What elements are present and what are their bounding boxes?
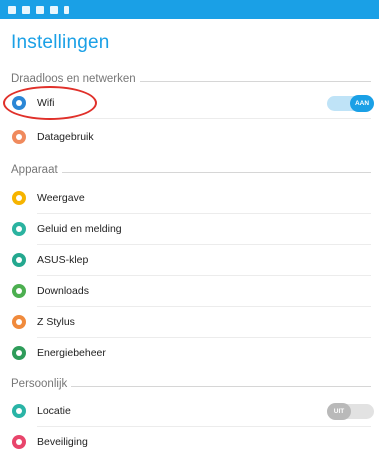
notification-icon <box>8 5 16 14</box>
settings-item-data-usage[interactable]: Datagebruik <box>0 122 379 152</box>
wifi-toggle[interactable]: AAN <box>327 94 374 112</box>
cover-icon <box>12 253 26 267</box>
section-label: Draadloos en netwerken <box>11 73 136 85</box>
wifi-icon <box>12 96 26 110</box>
display-icon <box>12 191 26 205</box>
section-header-device: Apparaat <box>11 162 371 178</box>
item-label: Z Stylus <box>37 316 75 328</box>
item-label: Energiebeheer <box>37 347 106 359</box>
settings-item-sound[interactable]: Geluid en melding <box>0 214 379 244</box>
lock-icon <box>12 435 26 449</box>
toggle-state-label: AAN <box>350 94 374 112</box>
item-label: Geluid en melding <box>37 223 122 235</box>
stylus-icon <box>12 315 26 329</box>
item-label: ASUS-klep <box>37 254 89 266</box>
sound-icon <box>12 222 26 236</box>
item-label: Datagebruik <box>37 131 94 143</box>
download-icon <box>12 284 26 298</box>
notification-icon <box>64 5 69 14</box>
data-usage-icon <box>12 130 26 144</box>
location-toggle[interactable]: UIT <box>327 402 374 420</box>
settings-item-downloads[interactable]: Downloads <box>0 276 379 306</box>
item-label: Beveiliging <box>37 436 88 448</box>
item-label: Weergave <box>37 192 85 204</box>
settings-item-wifi[interactable]: Wifi AAN <box>0 88 379 118</box>
settings-item-location[interactable]: Locatie UIT <box>0 396 379 426</box>
settings-item-asus-cover[interactable]: ASUS-klep <box>0 245 379 275</box>
notification-icon <box>36 5 44 14</box>
section-label: Persoonlijk <box>11 378 68 390</box>
battery-icon <box>12 346 26 360</box>
section-header-personal: Persoonlijk <box>11 376 371 392</box>
section-label: Apparaat <box>11 164 58 176</box>
settings-item-power[interactable]: Energiebeheer <box>0 338 379 368</box>
toggle-state-label: UIT <box>327 402 351 420</box>
page-title: Instellingen <box>11 32 110 53</box>
notification-icon <box>22 5 30 14</box>
item-label: Wifi <box>37 97 55 109</box>
section-divider <box>139 81 371 82</box>
settings-item-display[interactable]: Weergave <box>0 183 379 213</box>
settings-item-z-stylus[interactable]: Z Stylus <box>0 307 379 337</box>
item-divider <box>37 118 371 119</box>
item-label: Downloads <box>37 285 89 297</box>
item-label: Locatie <box>37 405 71 417</box>
status-bar <box>0 0 379 19</box>
notification-icon <box>50 5 58 14</box>
section-divider <box>61 172 371 173</box>
settings-item-security[interactable]: Beveiliging <box>0 427 379 457</box>
section-header-wireless: Draadloos en netwerken <box>11 71 371 87</box>
section-divider <box>71 386 371 387</box>
location-icon <box>12 404 26 418</box>
